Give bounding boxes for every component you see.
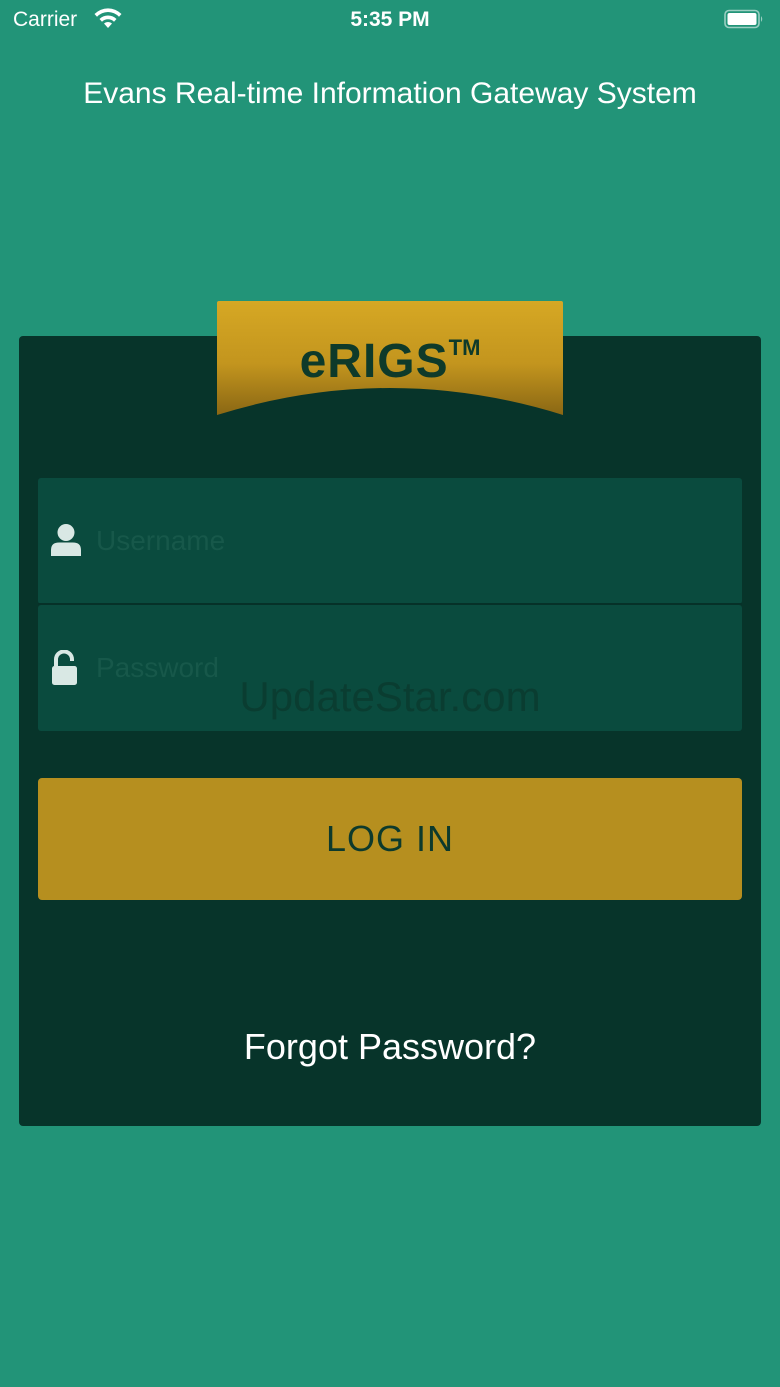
login-card [19, 336, 761, 1126]
forgot-password-link[interactable]: Forgot Password? [0, 1024, 780, 1070]
user-icon [51, 524, 81, 556]
username-input[interactable] [96, 478, 726, 604]
trademark-symbol: TM [448, 335, 481, 360]
battery-icon [724, 9, 763, 29]
status-bar: Carrier 5:35 PM [0, 0, 780, 40]
username-field[interactable] [38, 478, 742, 604]
logo-name: eRIGS [299, 335, 449, 388]
app-title: Evans Real-time Information Gateway Syst… [83, 77, 697, 110]
clock: 5:35 PM [350, 8, 430, 31]
logo: eRIGSTM [217, 318, 563, 392]
password-input[interactable] [96, 605, 726, 731]
login-button[interactable]: LOG IN [38, 778, 742, 900]
password-field[interactable] [38, 605, 742, 731]
unlock-icon [52, 650, 77, 685]
